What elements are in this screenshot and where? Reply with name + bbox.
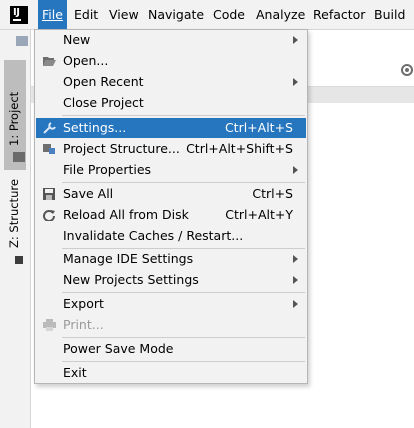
menu-separator xyxy=(62,182,305,183)
submenu-arrow-icon xyxy=(293,36,298,44)
submenu-arrow-icon xyxy=(293,276,298,284)
file-menu-dropdown: New Open... Open Recent Close Project Se… xyxy=(34,29,308,384)
reload-icon xyxy=(43,210,55,221)
menu-item-manage-ide-settings[interactable]: Manage IDE Settings xyxy=(36,249,306,269)
structure-icon xyxy=(15,256,23,264)
menu-navigate[interactable]: Navigate xyxy=(144,0,208,29)
menu-file[interactable]: File xyxy=(38,0,67,29)
structure-tool-tab[interactable]: Z: Structure xyxy=(4,178,26,288)
menu-item-power-save-mode[interactable]: Power Save Mode xyxy=(36,339,306,359)
menu-item-project-structure[interactable]: Project Structure... Ctrl+Alt+Shift+S xyxy=(36,139,306,159)
project-tool-label: 1: Project xyxy=(7,91,21,146)
submenu-arrow-icon xyxy=(293,78,298,86)
menu-item-settings[interactable]: Settings... Ctrl+Alt+S xyxy=(36,118,306,138)
menu-item-close-project[interactable]: Close Project xyxy=(36,93,306,113)
menu-separator xyxy=(62,337,305,338)
folder-icon xyxy=(13,152,25,162)
menu-item-reload-all[interactable]: Reload All from Disk Ctrl+Alt+Y xyxy=(36,205,306,225)
menu-item-exit[interactable]: Exit xyxy=(36,363,306,383)
intellij-logo-icon: IJ xyxy=(10,6,28,24)
menu-build[interactable]: Build xyxy=(370,0,409,29)
menu-separator xyxy=(62,361,305,362)
menu-item-print: Print... xyxy=(36,315,306,335)
save-icon xyxy=(43,188,55,200)
menu-item-new[interactable]: New xyxy=(36,30,306,50)
menu-view[interactable]: View xyxy=(105,0,143,29)
submenu-arrow-icon xyxy=(293,255,298,263)
left-tool-strip: 1: Project Z: Structure xyxy=(0,30,31,428)
menu-edit[interactable]: Edit xyxy=(70,0,102,29)
menu-bar: IJ File Edit View Navigate Code Analyze … xyxy=(0,0,414,30)
menu-item-invalidate-caches[interactable]: Invalidate Caches / Restart... xyxy=(36,226,306,246)
menu-refactor[interactable]: Refactor xyxy=(309,0,369,29)
menu-separator xyxy=(62,115,305,116)
gear-icon[interactable] xyxy=(401,64,413,76)
menu-item-open-recent[interactable]: Open Recent xyxy=(36,72,306,92)
menu-item-open[interactable]: Open... xyxy=(36,51,306,71)
menu-analyze[interactable]: Analyze xyxy=(252,0,309,29)
submenu-arrow-icon xyxy=(293,166,298,174)
menu-item-export[interactable]: Export xyxy=(36,294,306,314)
folder-open-icon xyxy=(43,57,56,66)
project-structure-icon xyxy=(43,144,55,154)
menu-item-new-projects-settings[interactable]: New Projects Settings xyxy=(36,270,306,290)
print-icon xyxy=(43,319,56,331)
wrench-icon xyxy=(43,122,56,134)
menu-item-file-properties[interactable]: File Properties xyxy=(36,160,306,180)
menu-separator xyxy=(62,292,305,293)
submenu-arrow-icon xyxy=(293,300,298,308)
menu-item-save-all[interactable]: Save All Ctrl+S xyxy=(36,184,306,204)
structure-tool-label: Z: Structure xyxy=(7,179,21,248)
project-view-icon xyxy=(16,36,28,46)
menu-code[interactable]: Code xyxy=(209,0,249,29)
project-tool-tab[interactable]: 1: Project xyxy=(4,60,26,170)
